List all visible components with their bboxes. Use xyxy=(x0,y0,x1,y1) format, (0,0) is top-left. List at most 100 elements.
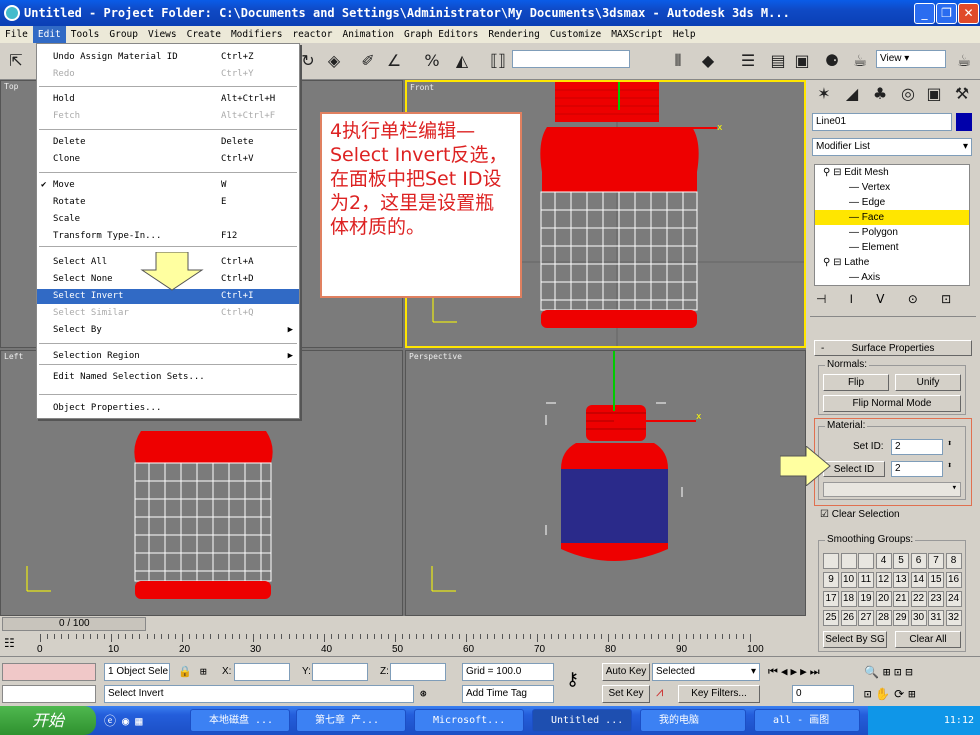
select-id-spinner[interactable]: 2 xyxy=(891,461,943,477)
menu-create[interactable]: Create xyxy=(182,26,226,43)
select-id-button[interactable]: Select ID xyxy=(823,461,885,477)
smoothing-group-button[interactable] xyxy=(840,553,857,569)
menu-file[interactable]: File xyxy=(0,26,33,43)
taskbar-task[interactable]: 第七章 产... xyxy=(296,709,406,732)
object-color-swatch[interactable] xyxy=(956,113,972,131)
smoothing-group-button[interactable]: 14 xyxy=(910,572,927,588)
create-tab-icon[interactable]: ✶ xyxy=(812,82,836,106)
smoothing-group-button[interactable]: 23 xyxy=(928,591,944,607)
utilities-tab-icon[interactable]: ⚒ xyxy=(950,82,974,106)
menu-rendering[interactable]: Rendering xyxy=(483,26,544,43)
smoothing-group-button[interactable]: 21 xyxy=(893,591,909,607)
menu-animation[interactable]: Animation xyxy=(337,26,398,43)
key-icon[interactable]: ⚷ xyxy=(566,669,579,690)
stack-item-element[interactable]: — Element xyxy=(815,240,969,255)
stack-item-axis[interactable]: — Axis xyxy=(815,270,969,285)
material-editor-icon[interactable]: ⚈ xyxy=(820,49,844,73)
menu-item-object-properties[interactable]: Object Properties... xyxy=(37,401,299,416)
menu-graph-editors[interactable]: Graph Editors xyxy=(399,26,483,43)
smoothing-group-button[interactable]: 10 xyxy=(840,572,857,588)
stack-item-edge[interactable]: — Edge xyxy=(815,195,969,210)
snap-icon[interactable]: ✐ xyxy=(356,49,380,73)
quick-launch-icon[interactable]: ⓔ◉▦ xyxy=(104,712,148,729)
flip-button[interactable]: Flip xyxy=(823,374,889,391)
close-button[interactable]: ✕ xyxy=(958,3,979,24)
smoothing-group-button[interactable]: 32 xyxy=(945,610,962,626)
z-coord-field[interactable] xyxy=(390,663,446,681)
menu-item-move[interactable]: ✔ Move W xyxy=(37,178,299,193)
taskbar-task[interactable]: Microsoft... xyxy=(414,709,524,732)
menu-item-scale[interactable]: Scale xyxy=(37,212,299,227)
menu-group[interactable]: Group xyxy=(104,26,143,43)
clear-all-button[interactable]: Clear All xyxy=(895,631,961,648)
maximize-button[interactable]: ❐ xyxy=(936,3,957,24)
menu-edit[interactable]: Edit xyxy=(32,26,66,43)
menu-modifiers[interactable]: Modifiers xyxy=(226,26,287,43)
curve-editor-mini-icon[interactable]: ☷ xyxy=(4,636,15,650)
taskbar-task[interactable]: 本地磁盘 ... xyxy=(190,709,290,732)
named-selection-icon[interactable]: ⟦⟧ xyxy=(486,49,510,73)
menu-item-undo-assign-material-id[interactable]: Undo Assign Material ID Ctrl+Z xyxy=(37,50,299,65)
angle-snap-icon[interactable]: ∠ xyxy=(382,49,406,73)
smoothing-group-button[interactable]: 24 xyxy=(945,591,962,607)
playback-controls-icon[interactable]: ⏮◀▶▶⏭ xyxy=(768,665,823,679)
menu-item-hold[interactable]: Hold Alt+Ctrl+H xyxy=(37,92,299,107)
smoothing-group-button[interactable]: 15 xyxy=(928,572,944,588)
clear-selection-checkbox[interactable]: ☑ Clear Selection xyxy=(820,509,900,520)
menu-help[interactable]: Help xyxy=(668,26,701,43)
current-frame-field[interactable]: 0 xyxy=(792,685,854,703)
align-icon[interactable]: ◆ xyxy=(696,49,720,73)
x-coord-field[interactable] xyxy=(234,663,290,681)
display-tab-icon[interactable]: ▣ xyxy=(922,82,946,106)
taskbar-task[interactable]: 我的电脑 xyxy=(640,709,746,732)
track-bar[interactable]: 0 10 20 30 40 50 60 70 80 90 100 xyxy=(37,634,806,655)
y-coord-field[interactable] xyxy=(312,663,368,681)
curve-editor-icon[interactable]: ▤ xyxy=(766,49,790,73)
smoothing-group-button[interactable]: 8 xyxy=(945,553,962,569)
stack-item-polygon[interactable]: — Polygon xyxy=(815,225,969,240)
modifier-list-dropdown[interactable]: Modifier List ▾ xyxy=(812,138,972,156)
time-slider[interactable]: 0 / 100 xyxy=(2,617,146,631)
smoothing-group-button[interactable]: 7 xyxy=(928,553,944,569)
menu-item-rotate[interactable]: Rotate E xyxy=(37,195,299,210)
smoothing-group-button[interactable]: 20 xyxy=(875,591,892,607)
smoothing-group-button[interactable]: 16 xyxy=(945,572,962,588)
scale-icon[interactable]: ◈ xyxy=(322,49,346,73)
menu-item-clone[interactable]: Clone Ctrl+V xyxy=(37,152,299,167)
smoothing-group-button[interactable]: 30 xyxy=(910,610,927,626)
menu-item-delete[interactable]: Delete Delete xyxy=(37,135,299,150)
smoothing-group-button[interactable]: 12 xyxy=(875,572,892,588)
stack-item-face[interactable]: — Face xyxy=(815,210,969,225)
menu-item-edit-named-selection-sets[interactable]: Edit Named Selection Sets... xyxy=(37,370,299,385)
pan-orbit-icon[interactable]: ⊡✋⟳⊞ xyxy=(864,687,919,701)
smoothing-group-button[interactable]: 26 xyxy=(840,610,857,626)
spinner-snap-icon[interactable]: ◭ xyxy=(450,49,474,73)
smoothing-group-button[interactable]: 25 xyxy=(823,610,839,626)
smoothing-group-button[interactable]: 11 xyxy=(858,572,874,588)
stack-item-vertex[interactable]: — Vertex xyxy=(815,180,969,195)
smoothing-group-button[interactable] xyxy=(823,553,839,569)
surface-properties-rollout[interactable]: - Surface Properties xyxy=(814,340,972,356)
spinner-arrows-icon[interactable]: ⬍ xyxy=(947,439,952,449)
select-object-icon[interactable]: ⇱ xyxy=(4,49,28,73)
menu-tools[interactable]: Tools xyxy=(66,26,105,43)
select-by-sg-button[interactable]: Select By SG xyxy=(823,631,887,648)
menu-item-transform-type-in[interactable]: Transform Type-In... F12 xyxy=(37,229,299,244)
modify-tab-icon[interactable]: ◢ xyxy=(840,82,864,106)
time-tag-icon[interactable]: ⊛ xyxy=(420,687,427,700)
taskbar-task[interactable]: Untitled ... xyxy=(532,709,632,732)
layer-icon[interactable]: ☰ xyxy=(736,49,760,73)
menu-item-redo[interactable]: Redo Ctrl+Y xyxy=(37,67,299,82)
menu-customize[interactable]: Customize xyxy=(545,26,606,43)
menu-item-fetch[interactable]: Fetch Alt+Ctrl+F xyxy=(37,109,299,124)
viewport-perspective[interactable]: Perspective x xyxy=(405,350,806,616)
material-name-dropdown[interactable]: ▾ xyxy=(823,482,961,497)
stack-item-edit-mesh[interactable]: ⚲ ⊟ Edit Mesh xyxy=(815,165,969,180)
set-key-button[interactable]: Set Key xyxy=(602,685,650,703)
menu-item-select-by[interactable]: Select By ▶ xyxy=(37,323,299,338)
stack-item-lathe[interactable]: ⚲ ⊟ Lathe xyxy=(815,255,969,270)
smoothing-group-button[interactable]: 17 xyxy=(823,591,839,607)
mirror-icon[interactable]: ⫴ xyxy=(666,49,690,73)
smoothing-group-button[interactable]: 29 xyxy=(893,610,909,626)
named-selection-field[interactable] xyxy=(512,50,630,68)
